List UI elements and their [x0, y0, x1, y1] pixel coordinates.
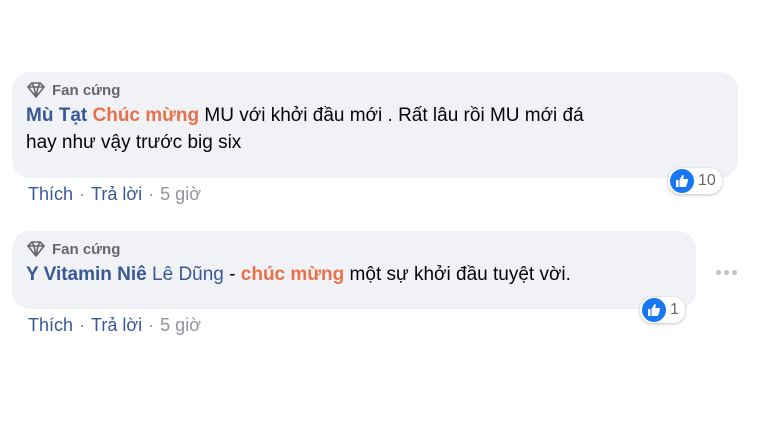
author-name[interactable]: Y Vitamin Niê [26, 264, 147, 285]
more-options-icon[interactable] [714, 264, 739, 281]
like-link[interactable]: Thích [28, 315, 73, 336]
separator: · [148, 315, 155, 335]
badge-label: Fan cứng [52, 240, 121, 258]
comment-text-line2: hay như vậy trước big six [26, 132, 242, 153]
reaction-count: 1 [670, 301, 679, 318]
comment-2: Fan cứng Y Vitamin Niê Lê Dũng - chúc mừ… [12, 231, 696, 335]
separator: · [148, 184, 155, 204]
like-link[interactable]: Thích [28, 184, 73, 205]
dot [716, 270, 721, 275]
comment-text: Mù Tạt Chúc mừng MU với khởi đầu mới . R… [26, 102, 724, 156]
reply-link[interactable]: Trả lời [91, 315, 142, 336]
comment-bubble: Fan cứng Y Vitamin Niê Lê Dũng - chúc mừ… [12, 231, 696, 309]
dot [724, 270, 729, 275]
like-thumb-icon [670, 169, 694, 193]
mention-link[interactable]: Lê Dũng [152, 264, 224, 285]
diamond-icon [27, 82, 45, 98]
highlight-text: chúc mừng [240, 264, 345, 285]
timestamp[interactable]: 5 giờ [160, 315, 201, 336]
comment-text-line1: MU với khởi đầu mới . Rất lâu rồi MU mới… [199, 105, 584, 126]
separator: · [79, 184, 86, 204]
comment-actions: Thích · Trả lời · 5 giờ [28, 315, 201, 336]
comment-1: Fan cứng Mù Tạt Chúc mừng MU với khởi đầ… [12, 72, 738, 204]
badge-label: Fan cứng [52, 81, 121, 99]
comment-text-body: một sự khởi đầu tuyệt vời. [344, 264, 571, 285]
like-thumb-icon [642, 298, 666, 322]
fan-badge[interactable]: Fan cứng [26, 81, 724, 99]
dash-text: - [223, 264, 241, 285]
author-name[interactable]: Mù Tạt [26, 105, 87, 126]
comment-bubble: Fan cứng Mù Tạt Chúc mừng MU với khởi đầ… [12, 72, 738, 178]
fan-badge[interactable]: Fan cứng [26, 240, 682, 258]
dot [732, 270, 737, 275]
reaction-count-chip[interactable]: 10 [668, 168, 722, 194]
separator: · [79, 315, 86, 335]
highlight-text: Chúc mừng [92, 105, 200, 126]
diamond-icon [27, 241, 45, 257]
comment-actions: Thích · Trả lời · 5 giờ [28, 184, 201, 205]
comment-text: Y Vitamin Niê Lê Dũng - chúc mừng một sự… [26, 261, 682, 288]
reaction-count: 10 [698, 172, 716, 189]
reply-link[interactable]: Trả lời [91, 184, 142, 205]
reaction-count-chip[interactable]: 1 [640, 297, 685, 323]
timestamp[interactable]: 5 giờ [160, 184, 201, 205]
